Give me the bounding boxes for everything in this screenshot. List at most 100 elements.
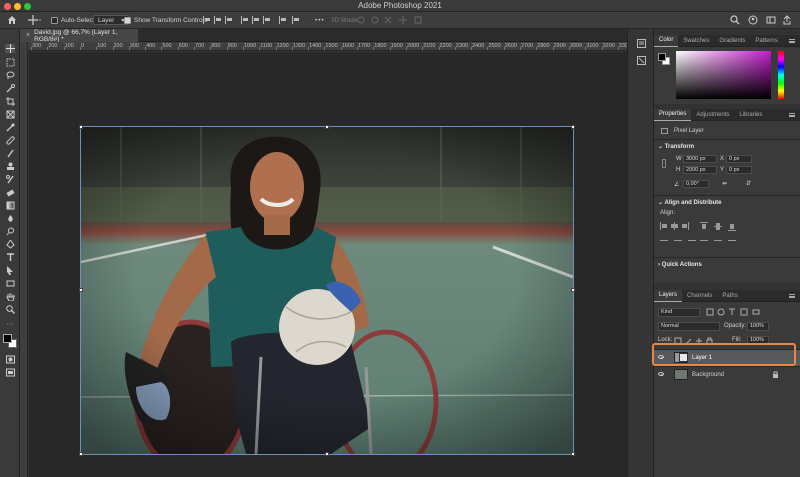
healing-brush-tool-icon[interactable] bbox=[5, 136, 15, 145]
distribute-more-icon[interactable] bbox=[292, 14, 300, 26]
history-panel-icon[interactable] bbox=[637, 39, 646, 50]
lock-icon[interactable] bbox=[772, 371, 779, 381]
quick-actions-toggle[interactable]: › Quick Actions bbox=[658, 262, 702, 268]
document-tab-bar: × David.jpg @ 66,7% (Layer 1, RGB/8#) * bbox=[20, 29, 627, 43]
tab-gradients[interactable]: Gradients bbox=[714, 35, 750, 47]
layer-kind-filter[interactable]: Kind bbox=[658, 308, 700, 317]
flip-horizontal-icon[interactable]: ⇹ bbox=[722, 180, 727, 187]
workspace-icon[interactable] bbox=[766, 14, 776, 26]
ruler-tick bbox=[617, 47, 619, 50]
x-field[interactable]: 0 px bbox=[726, 155, 752, 163]
height-field[interactable]: 2000 px bbox=[683, 166, 717, 174]
eyedropper-tool-icon[interactable] bbox=[5, 123, 15, 132]
align-section-toggle[interactable]: ⌄ Align and Distribute bbox=[658, 199, 721, 206]
layer-row-layer-1[interactable]: Layer 1 bbox=[654, 350, 800, 366]
align-top-icon[interactable] bbox=[241, 14, 249, 26]
show-transform-controls-checkbox[interactable]: Show Transform Controls bbox=[124, 14, 207, 26]
layer-row-background[interactable]: Background bbox=[654, 367, 800, 383]
align-center-icon[interactable] bbox=[214, 14, 222, 26]
share-icon[interactable] bbox=[748, 14, 758, 26]
more-tools-icon[interactable]: ··· bbox=[5, 320, 15, 329]
document-image[interactable] bbox=[80, 126, 574, 455]
tab-channels[interactable]: Channels bbox=[682, 290, 717, 302]
lock-icons[interactable] bbox=[674, 337, 724, 347]
tab-patterns[interactable]: Patterns bbox=[750, 35, 782, 47]
tab-swatches[interactable]: Swatches bbox=[678, 35, 714, 47]
opacity-field[interactable]: 100% bbox=[747, 322, 769, 331]
crop-tool-icon[interactable] bbox=[5, 97, 15, 106]
transform-section-toggle[interactable]: ⌄ Transform bbox=[658, 143, 694, 150]
align-left-icon[interactable] bbox=[203, 14, 211, 26]
close-tab-icon[interactable]: × bbox=[26, 32, 30, 39]
zoom-tool-icon[interactable] bbox=[5, 305, 15, 314]
marquee-tool-icon[interactable] bbox=[5, 58, 15, 67]
tab-layers[interactable]: Layers bbox=[654, 289, 683, 302]
quick-mask-icon[interactable] bbox=[5, 355, 15, 364]
tab-paths[interactable]: Paths bbox=[717, 290, 742, 302]
document-tab[interactable]: × David.jpg @ 66,7% (Layer 1, RGB/8#) * bbox=[20, 29, 138, 43]
link-dimensions-icon[interactable] bbox=[662, 159, 666, 168]
tab-color[interactable]: Color bbox=[654, 34, 679, 47]
rectangle-tool-icon[interactable] bbox=[5, 279, 15, 288]
eraser-tool-icon[interactable] bbox=[5, 188, 15, 197]
transform-handle-r[interactable] bbox=[571, 288, 575, 292]
align-right-icon[interactable] bbox=[225, 14, 233, 26]
align-bottom-icon[interactable] bbox=[263, 14, 271, 26]
blend-mode-dropdown[interactable]: Normal bbox=[658, 322, 720, 331]
layers-panel-menu-icon[interactable] bbox=[789, 294, 795, 298]
y-field[interactable]: 0 px bbox=[726, 166, 752, 174]
search-icon[interactable] bbox=[730, 14, 740, 26]
home-icon[interactable] bbox=[7, 14, 17, 26]
quick-selection-tool-icon[interactable] bbox=[5, 84, 15, 93]
transform-handle-br[interactable] bbox=[571, 452, 575, 456]
more-options-icon[interactable]: ••• bbox=[315, 14, 325, 26]
fill-field[interactable]: 100% bbox=[747, 336, 769, 345]
brush-tool-icon[interactable] bbox=[5, 149, 15, 158]
share-document-icon[interactable] bbox=[782, 14, 792, 26]
ruler-label: 200 bbox=[113, 43, 123, 49]
transform-handle-b[interactable] bbox=[325, 452, 329, 456]
align-middle-icon[interactable] bbox=[252, 14, 260, 26]
layer-filter-icons[interactable] bbox=[706, 308, 776, 318]
ruler-tick bbox=[340, 47, 342, 50]
screen-mode-icon[interactable] bbox=[5, 368, 15, 377]
tab-properties[interactable]: Properties bbox=[654, 108, 692, 121]
visibility-eye-icon[interactable] bbox=[658, 372, 664, 376]
flip-vertical-icon[interactable]: ⇵ bbox=[746, 180, 751, 187]
color-panel-menu-icon[interactable] bbox=[789, 39, 795, 43]
move-tool-preset-icon[interactable] bbox=[28, 14, 42, 26]
transform-handle-tr[interactable] bbox=[571, 125, 575, 129]
ruler-label: 2500 bbox=[488, 43, 501, 49]
transform-handle-tl[interactable] bbox=[79, 125, 83, 129]
transform-handle-t[interactable] bbox=[325, 125, 329, 129]
info-panel-icon[interactable] bbox=[637, 56, 646, 67]
dodge-tool-icon[interactable] bbox=[5, 227, 15, 236]
ruler-label: 1900 bbox=[390, 43, 403, 49]
tab-adjustments[interactable]: Adjustments bbox=[691, 109, 734, 121]
panel-icon-strip bbox=[627, 29, 654, 477]
type-tool-icon[interactable] bbox=[5, 253, 15, 262]
gradient-tool-icon[interactable] bbox=[5, 201, 15, 210]
hand-tool-icon[interactable] bbox=[5, 292, 15, 301]
transform-handle-l[interactable] bbox=[79, 288, 83, 292]
transform-handle-bl[interactable] bbox=[79, 452, 83, 456]
auto-select-checkbox[interactable]: Auto-Select: bbox=[51, 14, 96, 26]
tab-libraries[interactable]: Libraries bbox=[734, 109, 767, 121]
path-selection-tool-icon[interactable] bbox=[5, 266, 15, 275]
frame-tool-icon[interactable] bbox=[5, 110, 15, 119]
angle-field[interactable]: 0,00° bbox=[683, 180, 709, 188]
pen-tool-icon[interactable] bbox=[5, 240, 15, 249]
properties-panel-menu-icon[interactable] bbox=[789, 113, 795, 117]
hue-slider[interactable] bbox=[778, 51, 784, 99]
panels-dock: Color Swatches Gradients Patterns Proper… bbox=[654, 29, 800, 477]
ruler-tick bbox=[177, 47, 179, 50]
width-field[interactable]: 3000 px bbox=[683, 155, 717, 163]
history-brush-tool-icon[interactable] bbox=[5, 175, 15, 184]
move-tool-icon[interactable] bbox=[5, 44, 15, 53]
distribute-icon[interactable] bbox=[279, 14, 287, 26]
lasso-tool-icon[interactable] bbox=[5, 71, 15, 80]
color-field[interactable] bbox=[676, 51, 771, 99]
clone-stamp-tool-icon[interactable] bbox=[5, 162, 15, 171]
blur-tool-icon[interactable] bbox=[5, 214, 15, 223]
visibility-eye-icon[interactable] bbox=[658, 355, 664, 359]
